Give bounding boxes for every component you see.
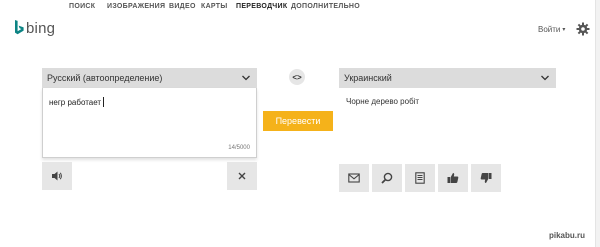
speaker-icon (52, 171, 62, 181)
text-cursor (103, 97, 105, 107)
swap-languages-button[interactable]: <> (289, 69, 305, 85)
target-language-select[interactable]: Украинский (339, 68, 556, 88)
document-icon (415, 172, 425, 184)
vertical-scrollbar[interactable] (595, 0, 600, 247)
search-button[interactable] (372, 164, 402, 192)
top-nav: ПОИСК ИЗОБРАЖЕНИЯ ВИДЕО КАРТЫ ПЕРЕВОДЧИК… (0, 0, 600, 16)
nav-item-maps[interactable]: КАРТЫ (201, 3, 228, 10)
mail-icon (348, 173, 360, 183)
translate-button[interactable]: Перевести (263, 111, 333, 131)
source-text-input[interactable]: негр работает 14/5000 (42, 88, 257, 158)
nav-item-search[interactable]: ПОИСК (69, 3, 95, 10)
nav-item-images[interactable]: ИЗОБРАЖЕНИЯ (107, 3, 165, 10)
nav-item-translator[interactable]: ПЕРЕВОДЧИК (236, 3, 287, 10)
document-button[interactable] (405, 164, 435, 192)
thumbs-up-icon (447, 173, 459, 183)
chevron-down-icon (541, 75, 549, 81)
close-icon (238, 172, 246, 180)
search-icon (381, 172, 393, 184)
bing-logo-icon (15, 20, 24, 35)
watermark: pikabu.ru (549, 231, 586, 240)
gear-icon[interactable] (576, 22, 590, 36)
nav-item-video[interactable]: ВИДЕО (169, 3, 196, 10)
signin-label: Войти (538, 25, 561, 34)
source-language-select[interactable]: Русский (автоопределение) (42, 68, 257, 88)
thumbs-up-button[interactable] (438, 164, 468, 192)
nav-item-more[interactable]: ДОПОЛНИТЕЛЬНО (291, 3, 360, 10)
bing-logo[interactable]: bing (14, 19, 55, 37)
email-button[interactable] (339, 164, 369, 192)
translation-output: Чорне дерево робіт (346, 97, 420, 106)
swap-icon: <> (292, 72, 302, 82)
character-counter: 14/5000 (228, 145, 250, 151)
thumbs-down-icon (480, 173, 492, 183)
target-language-label: Украинский (344, 73, 392, 83)
source-text: негр работает (49, 98, 102, 107)
thumbs-down-button[interactable] (471, 164, 501, 192)
chevron-down-icon: ▾ (562, 27, 566, 33)
chevron-down-icon (242, 75, 250, 81)
speak-button[interactable] (42, 162, 72, 190)
clear-button[interactable] (227, 162, 257, 190)
source-language-label: Русский (автоопределение) (47, 73, 163, 83)
signin-button[interactable]: Войти ▾ (538, 25, 565, 34)
logo-text: bing (26, 19, 56, 37)
